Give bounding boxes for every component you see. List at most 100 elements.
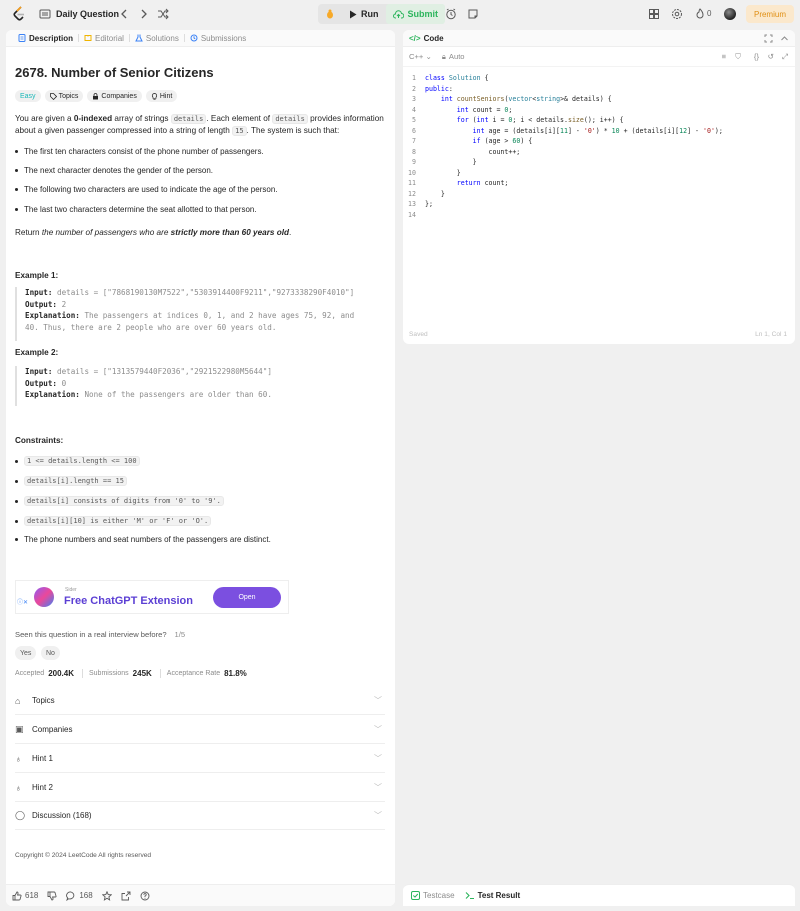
- hint-chip[interactable]: Hint: [145, 90, 178, 102]
- brain-logo-icon: [34, 587, 54, 607]
- debug-button[interactable]: [318, 4, 342, 24]
- format-icon[interactable]: ≡: [722, 52, 726, 61]
- problem-title[interactable]: 2678. Number of Senior Citizens: [15, 65, 214, 80]
- example-explanation-line-2: 40. Thus, there are 2 people who are ove…: [25, 322, 277, 332]
- lightbulb-icon: ♁: [15, 753, 22, 764]
- help-button[interactable]: [140, 891, 150, 901]
- list-item: The following two characters are used to…: [15, 185, 277, 194]
- companies-chip[interactable]: Companies: [87, 90, 142, 102]
- avatar[interactable]: [724, 8, 736, 20]
- accordion-hint-2[interactable]: ♁ Hint 2 ﹀: [15, 774, 385, 802]
- chevron-right-icon[interactable]: [138, 8, 150, 20]
- constraint-code: details[i][10] is either 'M' or 'F' or '…: [24, 516, 212, 526]
- braces-icon[interactable]: {}: [754, 52, 759, 61]
- list-item: The next character denotes the gender of…: [15, 166, 213, 175]
- desc-text: . The system is such that:: [246, 126, 340, 135]
- lock-icon: 🔒︎: [441, 51, 446, 61]
- topics-chip[interactable]: Topics: [44, 90, 84, 102]
- chevron-up-icon[interactable]: [780, 34, 789, 43]
- ad-brand: Sider: [65, 587, 77, 593]
- dislike-button[interactable]: [47, 891, 57, 901]
- line-number: 1: [412, 74, 416, 82]
- submit-button[interactable]: Submit: [385, 4, 445, 24]
- like-button[interactable]: 618: [12, 891, 38, 901]
- favorite-button[interactable]: [101, 890, 112, 901]
- output-label: Output:: [25, 299, 58, 309]
- history-icon: [190, 34, 198, 42]
- daily-question-label[interactable]: Daily Question: [56, 9, 119, 19]
- settings-gear-icon[interactable]: [671, 8, 683, 20]
- line-number: 8: [412, 147, 416, 156]
- premium-button[interactable]: Premium: [746, 5, 794, 23]
- code-line: 10 }: [403, 168, 461, 178]
- code-line: 6 int age = (details[i][11] - '0') * 10 …: [403, 126, 723, 136]
- bookmark-icon[interactable]: ⛉: [735, 52, 741, 62]
- accordion-discussion[interactable]: ◯ Discussion (168) ﹀: [15, 802, 385, 830]
- notes-icon[interactable]: [467, 8, 479, 20]
- tab-testcase[interactable]: Testcase: [411, 891, 455, 900]
- line-number: 11: [408, 179, 416, 187]
- maximize-icon[interactable]: [764, 34, 773, 43]
- leetcode-logo-icon[interactable]: [12, 6, 26, 22]
- accordion-label: Hint 2: [32, 783, 53, 792]
- chevron-down-icon: ﹀: [374, 725, 382, 734]
- yes-button[interactable]: Yes: [15, 646, 37, 660]
- streak-fire-icon[interactable]: [694, 8, 706, 20]
- tab-submissions[interactable]: Submissions: [185, 34, 251, 43]
- tab-test-result[interactable]: Test Result: [465, 891, 520, 900]
- sider-ad-banner[interactable]: ⓘ✕ Sider Free ChatGPT Extension Open: [15, 580, 289, 614]
- accordion-label: Hint 1: [32, 754, 53, 763]
- tab-description[interactable]: Description: [13, 34, 78, 43]
- share-button[interactable]: [121, 891, 131, 901]
- language-select[interactable]: C++ ⌄: [409, 52, 432, 61]
- interview-question: Seen this question in a real interview b…: [15, 630, 185, 639]
- auto-mode-label[interactable]: Auto: [449, 52, 465, 61]
- comment-icon: [66, 891, 75, 901]
- chevron-left-icon[interactable]: [118, 8, 130, 20]
- accordion-hint-1[interactable]: ♁ Hint 1 ﹀: [15, 745, 385, 773]
- submissions-value: 245K: [132, 669, 152, 678]
- accordion-topics[interactable]: ⌂ Topics ﹀: [15, 687, 385, 715]
- tab-description-label: Description: [29, 33, 74, 43]
- streak-count: 0: [707, 9, 712, 18]
- line-number: 4: [412, 105, 416, 114]
- shuffle-icon[interactable]: [157, 8, 169, 20]
- problem-description: You are given a 0-indexed array of strin…: [15, 113, 385, 137]
- line-number: 9: [412, 158, 416, 166]
- desc-text: . Each element of: [206, 114, 273, 123]
- input-label: Input:: [25, 288, 53, 297]
- hint-chip-label: Hint: [159, 92, 173, 100]
- line-number: 10: [408, 168, 416, 177]
- fullscreen-icon[interactable]: ⤢: [782, 52, 788, 62]
- tab-editorial-label: Editorial: [95, 33, 124, 43]
- tab-solutions[interactable]: Solutions: [130, 34, 184, 43]
- problem-list-icon[interactable]: [39, 8, 51, 20]
- accordion-companies[interactable]: ▣ Companies ﹀: [15, 716, 385, 744]
- input-value: details = ["1313579440F2036","2921522980…: [52, 367, 272, 376]
- inline-code: details: [272, 114, 308, 124]
- ad-title: Free ChatGPT Extension: [64, 595, 193, 607]
- reset-icon[interactable]: ↺: [768, 52, 774, 61]
- lightbulb-icon: ♁: [15, 782, 22, 793]
- line-number: 3: [412, 95, 416, 103]
- bug-icon: [327, 9, 333, 19]
- list-item: The last two characters determine the se…: [15, 205, 257, 214]
- lightbulb-icon: [151, 92, 157, 100]
- tab-editorial[interactable]: Editorial: [79, 34, 129, 43]
- code-line: 4 int count = 0;: [403, 105, 512, 115]
- line-number: 5: [412, 116, 416, 124]
- ad-open-button[interactable]: Open: [213, 587, 281, 608]
- stats-divider: [159, 669, 161, 678]
- ad-info-icon[interactable]: ⓘ✕: [17, 597, 28, 606]
- list-item: The first ten characters consist of the …: [15, 147, 264, 156]
- example-2-block: Input: details = ["1313579440F2036","292…: [15, 366, 385, 406]
- code-line: 5 for (int i = 0; i < details.size(); i+…: [403, 115, 624, 125]
- comments-button[interactable]: 168: [66, 891, 93, 901]
- run-button[interactable]: Run: [342, 4, 386, 24]
- timer-icon[interactable]: [445, 8, 457, 20]
- submit-label: Submit: [407, 9, 439, 19]
- no-button[interactable]: No: [41, 646, 60, 660]
- inline-code: 15: [232, 126, 247, 136]
- layout-icon[interactable]: [648, 8, 660, 20]
- code-line: 7 if (age > 60) {: [403, 136, 532, 146]
